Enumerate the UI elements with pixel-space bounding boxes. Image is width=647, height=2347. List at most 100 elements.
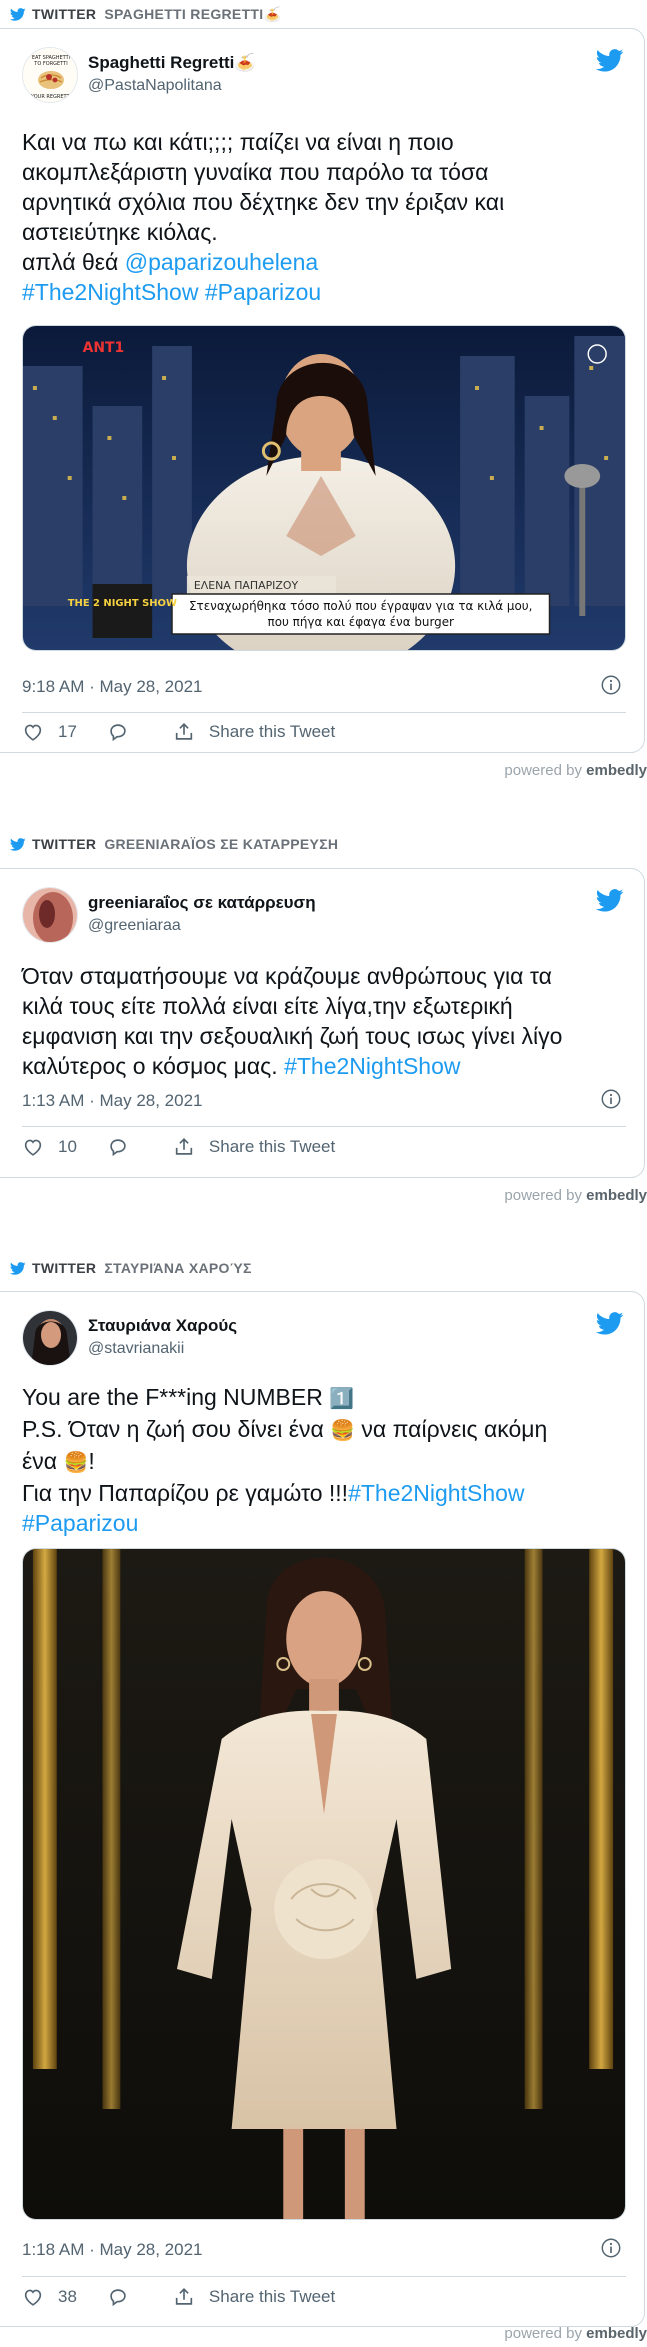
- info-icon[interactable]: [600, 2237, 622, 2259]
- like-button[interactable]: 17: [22, 721, 77, 743]
- mention-link[interactable]: @paparizouhelena: [125, 249, 318, 275]
- info-icon[interactable]: [600, 674, 622, 696]
- tv-still-image: ANT1 ΕΛΕΝΑ ΠΑΠΑΡΙΖΟΥ Στεναχωρήθηκα τόσο …: [23, 326, 625, 650]
- heart-icon: [22, 2286, 44, 2308]
- text-span: !: [88, 1448, 95, 1474]
- tweet-actions: 38 Share this Tweet: [22, 2282, 365, 2312]
- svg-text:TO FORGETTI: TO FORGETTI: [33, 61, 67, 67]
- embedly-brand: embedly: [586, 762, 647, 779]
- hashtag-link[interactable]: #Paparizou: [22, 1508, 626, 1538]
- tweet-timestamp[interactable]: 9:18 AM · May 28, 2021: [22, 677, 203, 697]
- share-button[interactable]: Share this Tweet: [173, 1136, 335, 1158]
- text-line: αρνητικά σχόλια που δέχτηκε δεν την έριξ…: [22, 189, 505, 215]
- tweet-card[interactable]: Σταυριάνα Χαρούς @stavrianakii You are t…: [0, 1291, 645, 2327]
- reply-button[interactable]: [107, 2286, 143, 2308]
- tweet-actions: 17 Share this Tweet: [22, 717, 365, 747]
- text-line: εμφανιση και την σεξουαλική ζωή τους ισω…: [22, 1023, 563, 1049]
- avatar[interactable]: EAT SPAGHETTI TO FORGETTI YOUR REGRETTI: [22, 47, 78, 103]
- label-title: ΣΤΑΥΡΙΆΝΑ ΧΑΡΟΎΣ: [104, 1260, 252, 1276]
- avatar-image: EAT SPAGHETTI TO FORGETTI YOUR REGRETTI: [23, 48, 77, 102]
- text-line: κιλά τους είτε πολλά είναι είτε λίγα,την…: [22, 993, 513, 1019]
- author-name[interactable]: greeniaraΐος σε κατάρρευση: [88, 893, 316, 913]
- reply-button[interactable]: [107, 721, 143, 743]
- embed-label: TWITTER GREENIARAΪOS ΣΕ ΚΑΤΑΡΡΕΥΣΗ: [10, 832, 338, 856]
- label-title: SPAGHETTI REGRETTI🍝: [104, 5, 282, 22]
- text-span: απλά θεά: [22, 249, 125, 275]
- share-label: Share this Tweet: [208, 2287, 336, 2306]
- tweet-text: Όταν σταματήσουμε να κράζουμε ανθρώπους …: [22, 961, 626, 1081]
- share-icon: [173, 721, 195, 743]
- like-count: 38: [58, 2287, 77, 2306]
- powered-by-embedly[interactable]: powered by embedly: [504, 762, 647, 779]
- caption-name: ΕΛΕΝΑ ΠΑΠΑΡΙΖΟΥ: [194, 579, 299, 592]
- tweet-header: greeniaraΐος σε κατάρρευση @greeniaraa: [22, 887, 624, 947]
- twitter-logo-icon[interactable]: [596, 1312, 624, 1335]
- hashtag-links[interactable]: #The2NightShow #Paparizou: [22, 277, 626, 307]
- embedly-brand: embedly: [586, 2325, 647, 2342]
- twitter-logo-icon[interactable]: [596, 49, 624, 72]
- twitter-bird-icon: [10, 1262, 26, 1275]
- tweet-timestamp[interactable]: 1:18 AM · May 28, 2021: [22, 2240, 203, 2260]
- embed-label: TWITTER ΣΤΑΥΡΙΆΝΑ ΧΑΡΟΎΣ: [10, 1256, 252, 1280]
- like-count: 10: [58, 1137, 77, 1156]
- text-line: You are the F***ing NUMBER 1️⃣: [22, 1382, 626, 1414]
- author-name[interactable]: Spaghetti Regretti🍝: [88, 53, 256, 73]
- channel-logo: ANT1: [83, 340, 125, 356]
- tweet-card[interactable]: EAT SPAGHETTI TO FORGETTI YOUR REGRETTI …: [0, 28, 645, 753]
- twitter-logo-icon[interactable]: [596, 889, 624, 912]
- label-title: GREENIARAΪOS ΣΕ ΚΑΤΑΡΡΕΥΣΗ: [104, 836, 339, 852]
- tweet-header: Σταυριάνα Χαρούς @stavrianakii: [22, 1310, 624, 1370]
- text-line: καλύτερος ο κόσμος μας. #The2NightShow: [22, 1051, 626, 1081]
- svg-text:YOUR REGRETTI: YOUR REGRETTI: [30, 94, 71, 100]
- text-line: ακομπλεξάριστη γυναίκα που παρόλο τα τόσ…: [22, 159, 489, 185]
- tweet-text: You are the F***ing NUMBER 1️⃣ P.S. Όταν…: [22, 1382, 626, 1538]
- powered-prefix: powered by: [504, 762, 582, 779]
- tweet-card[interactable]: greeniaraΐος σε κατάρρευση @greeniaraa Ό…: [0, 868, 645, 1178]
- author-handle[interactable]: @greeniaraa: [88, 917, 181, 935]
- text-line: Για την Παπαρίζου ρε γαμώτο !!!#The2Nigh…: [22, 1478, 626, 1508]
- text-span: P.S. Όταν η ζωή σου δίνει ένα: [22, 1416, 331, 1442]
- like-button[interactable]: 10: [22, 1136, 77, 1158]
- embed-label: TWITTER SPAGHETTI REGRETTI🍝: [10, 2, 281, 26]
- share-button[interactable]: Share this Tweet: [173, 2286, 335, 2308]
- heart-icon: [22, 1136, 44, 1158]
- hashtag-link[interactable]: #The2NightShow: [284, 1053, 460, 1079]
- avatar-image: [23, 888, 77, 942]
- like-button[interactable]: 38: [22, 2286, 77, 2308]
- tweet-media[interactable]: ANT1 ΕΛΕΝΑ ΠΑΠΑΡΙΖΟΥ Στεναχωρήθηκα τόσο …: [22, 325, 626, 651]
- share-icon: [173, 1136, 195, 1158]
- avatar-image: [23, 1311, 77, 1365]
- text-line: απλά θεά @paparizouhelena: [22, 247, 626, 277]
- powered-prefix: powered by: [504, 2325, 582, 2342]
- tweet-media[interactable]: [22, 1548, 626, 2220]
- reply-bubble-icon: [107, 2286, 129, 2308]
- twitter-bird-icon: [10, 838, 26, 851]
- text-line: P.S. Όταν η ζωή σου δίνει ένα 🍔 να παίρν…: [22, 1414, 626, 1446]
- tweet-timestamp[interactable]: 1:13 AM · May 28, 2021: [22, 1091, 203, 1111]
- share-label: Share this Tweet: [208, 1137, 336, 1156]
- tweet-text: Και να πω και κάτι;;;; παίζει να είναι η…: [22, 127, 626, 307]
- twitter-bird-icon: [10, 8, 26, 21]
- text-span: Για την Παπαρίζου ρε γαμώτο !!!: [22, 1480, 349, 1506]
- photo-image: [23, 1549, 625, 2219]
- info-icon[interactable]: [600, 1088, 622, 1110]
- reply-button[interactable]: [107, 1136, 143, 1158]
- caption-line: Στεναχωρήθηκα τόσο πολύ που έγραψαν για …: [189, 599, 532, 613]
- share-icon: [173, 2286, 195, 2308]
- powered-by-embedly[interactable]: powered by embedly: [504, 1187, 647, 1204]
- author-name[interactable]: Σταυριάνα Χαρούς: [88, 1316, 237, 1336]
- text-span: You are the F***ing NUMBER: [22, 1384, 330, 1410]
- avatar[interactable]: [22, 887, 78, 943]
- share-button[interactable]: Share this Tweet: [173, 721, 335, 743]
- powered-by-embedly[interactable]: powered by embedly: [504, 2325, 647, 2342]
- hashtag-link[interactable]: #The2NightShow: [348, 1480, 524, 1506]
- like-count: 17: [58, 722, 77, 741]
- text-line: αστειεύτηκε κιόλας.: [22, 219, 218, 245]
- powered-prefix: powered by: [504, 1187, 582, 1204]
- avatar[interactable]: [22, 1310, 78, 1366]
- author-handle[interactable]: @PastaNapolitana: [88, 77, 222, 95]
- author-handle[interactable]: @stavrianakii: [88, 1340, 184, 1358]
- reply-bubble-icon: [107, 1136, 129, 1158]
- label-source: TWITTER: [32, 836, 97, 852]
- caption-line: που πήγα και έφαγα ένα burger: [268, 615, 455, 629]
